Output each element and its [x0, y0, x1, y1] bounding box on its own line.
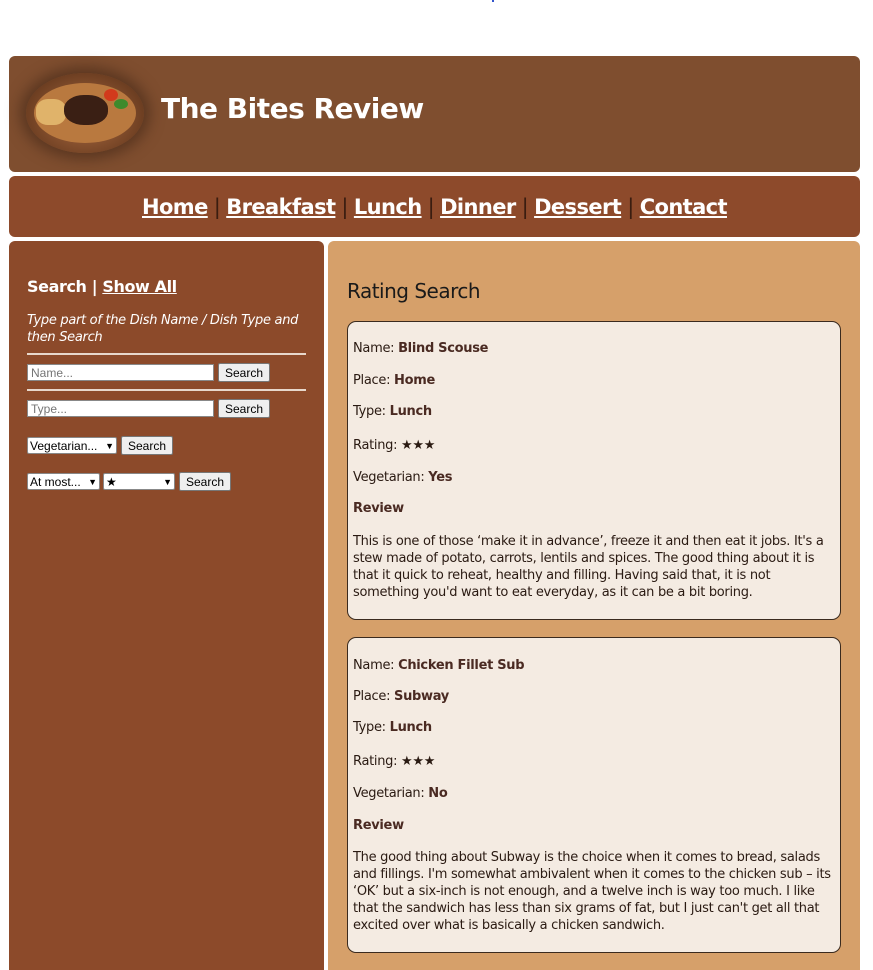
heading-separator: | — [91, 277, 98, 296]
type-label: Type: — [353, 720, 386, 735]
nav-home[interactable]: Home — [142, 195, 208, 219]
rating-field: Rating: ★★★ — [353, 754, 435, 769]
page-title: Rating Search — [347, 279, 481, 303]
type-search-row: Search — [27, 399, 271, 418]
review-text: This is one of those ‘make it in advance… — [353, 534, 824, 600]
chevron-down-icon: ▼ — [163, 476, 172, 487]
name-search-input[interactable] — [27, 364, 214, 381]
nav-separator: | — [521, 194, 529, 219]
name-search-button[interactable]: Search — [218, 363, 271, 382]
site-title: The Bites Review — [161, 92, 424, 125]
name-label: Name: — [353, 658, 395, 673]
rating-value: ★ — [106, 474, 117, 489]
divider — [27, 389, 306, 391]
nav-separator: | — [213, 194, 221, 219]
main-nav: Home | Breakfast | Lunch | Dinner | Dess… — [9, 176, 860, 237]
type-search-button[interactable]: Search — [218, 399, 271, 418]
vegetarian-field: Vegetarian: No — [353, 786, 448, 801]
vegetarian-field: Vegetarian: Yes — [353, 470, 452, 485]
main-content: Rating Search Name: Blind Scouse Place: … — [328, 241, 860, 970]
place-field: Place: Subway — [353, 689, 449, 704]
type-field: Type: Lunch — [353, 404, 432, 419]
rating-label: Rating: — [353, 438, 398, 453]
nav-lunch[interactable]: Lunch — [354, 195, 422, 219]
vegetarian-select-value: Vegetarian... — [30, 438, 98, 453]
type-value: Lunch — [389, 720, 433, 735]
rating-compare-value: At most... — [30, 474, 81, 489]
nav-separator: | — [627, 194, 634, 219]
nav-dinner[interactable]: Dinner — [440, 195, 516, 219]
review-heading: Review — [353, 501, 404, 516]
type-field: Type: Lunch — [353, 720, 432, 735]
vegetarian-select[interactable]: Vegetarian... ▼ — [27, 437, 117, 454]
dish-name: Chicken Fillet Sub — [398, 658, 525, 673]
review-card: Name: Chicken Fillet Sub Place: Subway T… — [347, 637, 841, 953]
sidebar-heading: Search | Show All — [27, 277, 177, 296]
nav-contact[interactable]: Contact — [640, 195, 728, 219]
chevron-down-icon: ▼ — [88, 476, 97, 487]
search-sidebar: Search | Show All Type part of the Dish … — [9, 241, 324, 970]
rating-field: Rating: ★★★ — [353, 438, 435, 453]
type-label: Type: — [353, 404, 386, 419]
name-label: Name: — [353, 341, 395, 356]
search-heading-label: Search — [27, 277, 87, 296]
nav-breakfast[interactable]: Breakfast — [226, 195, 336, 219]
rating-compare-select[interactable]: At most... ▼ — [27, 473, 100, 490]
type-value: Lunch — [389, 404, 433, 419]
vegetarian-search-row: Vegetarian... ▼ Search — [27, 436, 174, 455]
vegetarian-label: Vegetarian: — [353, 786, 425, 801]
dish-name: Blind Scouse — [398, 341, 489, 356]
place-value: Home — [394, 373, 435, 388]
chevron-down-icon: ▼ — [105, 440, 114, 451]
site-header: The Bites Review — [9, 56, 860, 172]
nav-dessert[interactable]: Dessert — [534, 195, 622, 219]
name-field: Name: Blind Scouse — [353, 341, 489, 356]
name-search-row: Search — [27, 363, 271, 382]
name-field: Name: Chicken Fillet Sub — [353, 658, 525, 673]
rating-search-row: At most... ▼ ★ ▼ Search — [27, 472, 232, 491]
show-all-link[interactable]: Show All — [102, 277, 177, 296]
rating-search-button[interactable]: Search — [179, 472, 232, 491]
nav-separator: | — [341, 194, 348, 219]
place-value: Subway — [394, 689, 449, 704]
type-search-input[interactable] — [27, 400, 214, 417]
rating-value-select[interactable]: ★ ▼ — [103, 473, 175, 490]
place-label: Place: — [353, 373, 391, 388]
review-card: Name: Blind Scouse Place: Home Type: Lun… — [347, 321, 841, 620]
divider — [27, 353, 306, 355]
vegetarian-search-button[interactable]: Search — [121, 436, 174, 455]
vegetarian-value: Yes — [428, 470, 453, 485]
review-text: The good thing about Subway is the choic… — [353, 850, 831, 933]
nav-separator: | — [427, 194, 435, 219]
vegetarian-value: No — [428, 786, 448, 801]
rating-stars: ★★★ — [401, 754, 436, 769]
rating-stars: ★★★ — [401, 438, 436, 453]
review-heading: Review — [353, 818, 404, 833]
vegetarian-label: Vegetarian: — [353, 470, 425, 485]
steak-logo-image — [26, 73, 144, 153]
decorative-dot — [492, 0, 494, 2]
rating-label: Rating: — [353, 754, 398, 769]
place-field: Place: Home — [353, 373, 435, 388]
place-label: Place: — [353, 689, 391, 704]
search-hint: Type part of the Dish Name / Dish Type a… — [27, 313, 299, 345]
